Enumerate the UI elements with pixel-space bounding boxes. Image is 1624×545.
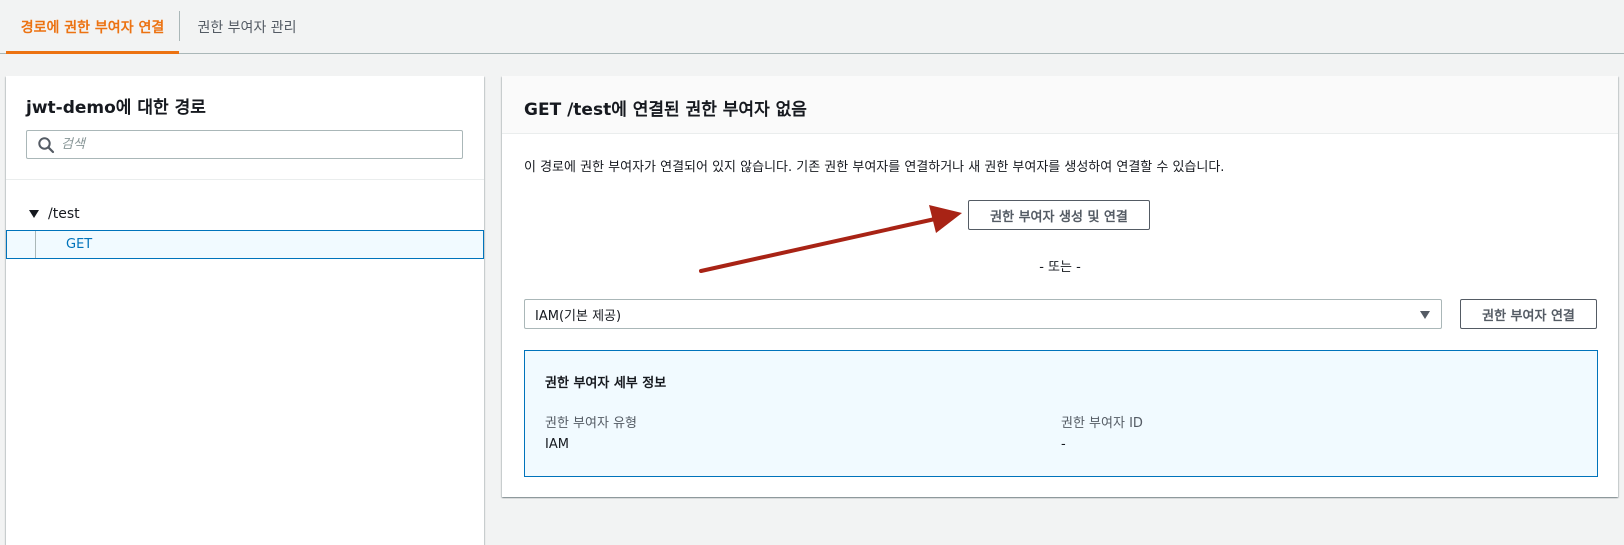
authorizer-panel: GET /test에 연결된 권한 부여자 없음 이 경로에 권한 부여자가 연… [502, 76, 1618, 497]
create-and-attach-button[interactable]: 권한 부여자 생성 및 연결 [968, 200, 1150, 230]
route-tree-root[interactable]: /test [28, 206, 80, 222]
authorizer-type-label: 권한 부여자 유형 [545, 416, 637, 431]
authorizer-id-label: 권한 부여자 ID [1061, 416, 1143, 431]
authorizer-select[interactable]: IAM(기본 제공) [524, 299, 1442, 329]
route-method-label: GET [66, 237, 93, 252]
tab-manage-authorizers[interactable]: 권한 부여자 관리 [180, 0, 314, 53]
authorizer-panel-header: GET /test에 연결된 권한 부여자 없음 [502, 76, 1618, 134]
authorizer-type-value: IAM [545, 437, 569, 452]
attach-authorizer-button[interactable]: 권한 부여자 연결 [1460, 299, 1597, 329]
authorizer-id-value: - [1061, 437, 1066, 452]
authorizer-panel-title: GET /test에 연결된 권한 부여자 없음 [524, 100, 807, 120]
authorizer-description: 이 경로에 권한 부여자가 연결되어 있지 않습니다. 기존 권한 부여자를 연… [524, 160, 1225, 175]
routes-panel: jwt-demo에 대한 경로 /test GET [6, 76, 484, 545]
tab-bar: 경로에 권한 부여자 연결 권한 부여자 관리 [0, 0, 1624, 54]
route-path-label: /test [48, 206, 80, 222]
tab-manage-authorizers-label: 권한 부여자 관리 [197, 19, 297, 36]
tree-guide-line [35, 231, 36, 258]
route-method-get[interactable]: GET [6, 230, 484, 259]
search-icon [38, 136, 55, 153]
panel-divider [6, 179, 484, 180]
caret-down-icon [1420, 311, 1430, 319]
tab-attach-authorizer-label: 경로에 권한 부여자 연결 [20, 20, 165, 36]
routes-panel-title: jwt-demo에 대한 경로 [26, 98, 206, 118]
tab-attach-authorizer[interactable]: 경로에 권한 부여자 연결 [6, 0, 179, 54]
or-separator: - 또는 - [1039, 260, 1081, 275]
search-input[interactable] [61, 131, 462, 158]
authorizer-select-value: IAM(기본 제공) [535, 308, 622, 324]
caret-down-icon [29, 210, 39, 218]
search-box[interactable] [26, 130, 463, 159]
authorizer-details-title: 권한 부여자 세부 정보 [545, 376, 667, 391]
authorizer-details: 권한 부여자 세부 정보 권한 부여자 유형 IAM 권한 부여자 ID - [524, 350, 1598, 477]
